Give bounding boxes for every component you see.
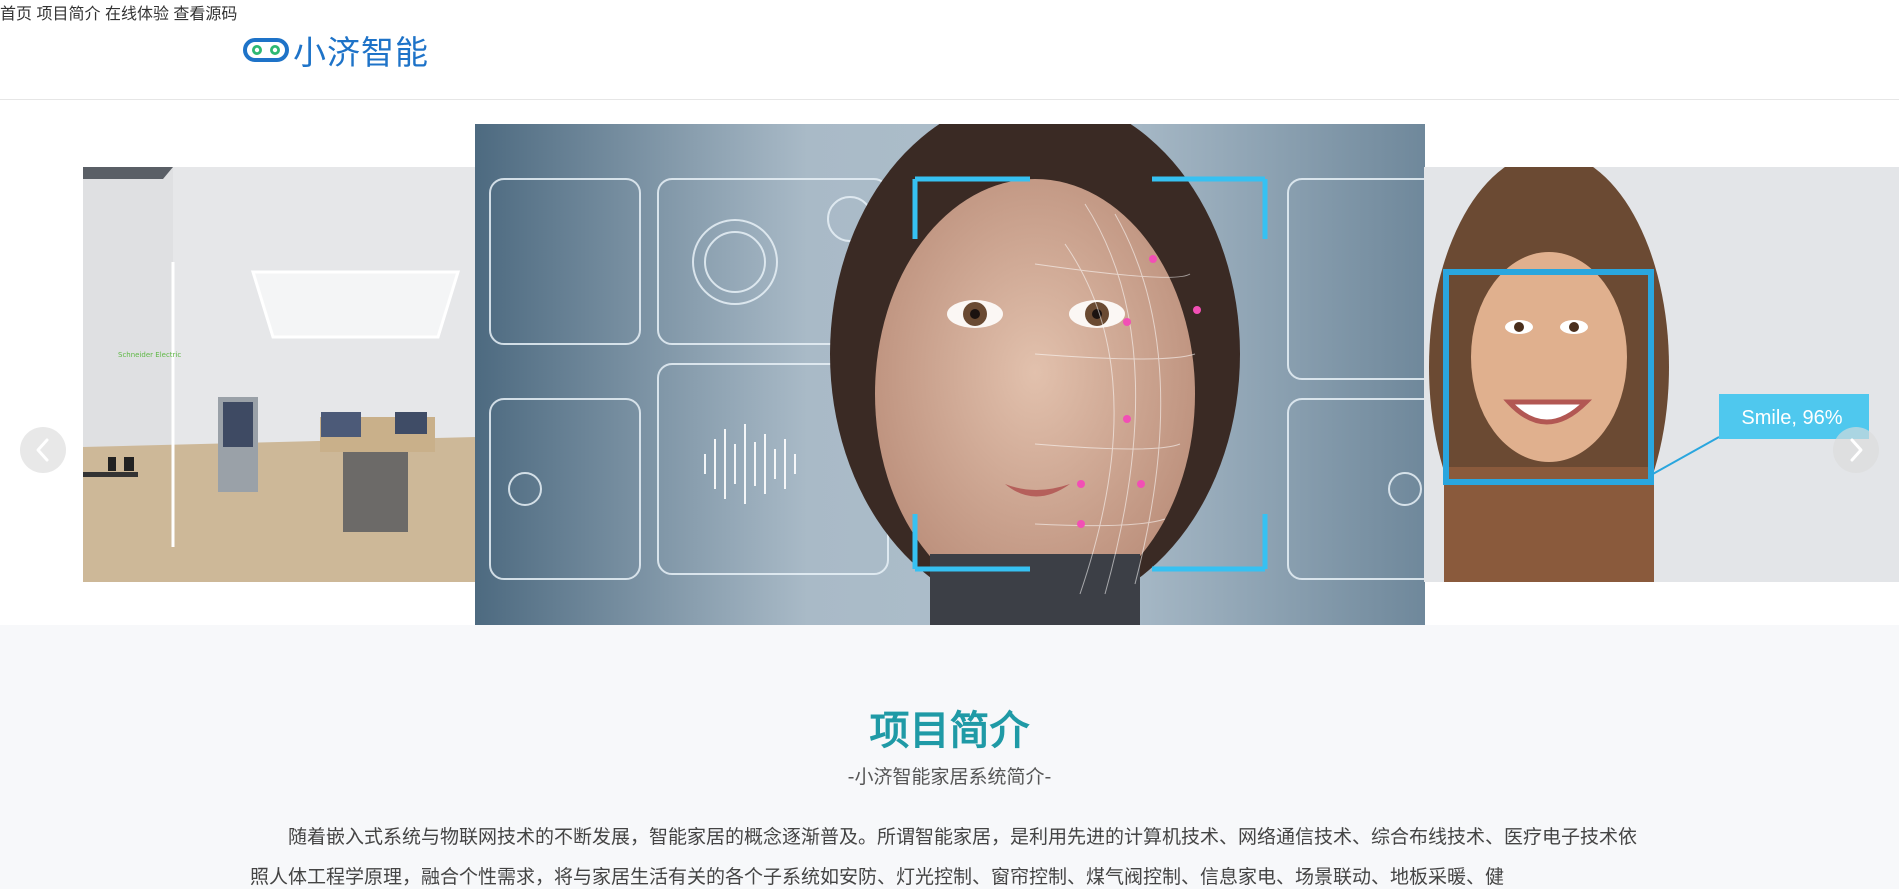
intro-paragraph: 随着嵌入式系统与物联网技术的不断发展，智能家居的概念逐渐普及。所谓智能家居，是利… [250, 826, 1638, 888]
chevron-right-icon [1850, 438, 1863, 462]
slide-face-recognition[interactable] [475, 124, 1425, 625]
face-recognition-image [475, 124, 1425, 625]
slide-smile-detection[interactable]: Smile, 96% [1424, 167, 1899, 582]
image-carousel: Schneider Electric Smile, 96% [0, 100, 1899, 625]
chevron-left-icon [36, 438, 49, 462]
showroom-image: Schneider Electric [83, 167, 476, 582]
nav-view-source[interactable]: 查看源码 [173, 6, 237, 23]
main-nav: 首页 项目简介 在线体验 查看源码 [0, 0, 1899, 24]
site-header: 小济智能 首页 项目简介 在线体验 查看源码 [0, 0, 1899, 100]
svg-text:Schneider Electric: Schneider Electric [118, 351, 181, 359]
logo-mark-icon [243, 38, 289, 62]
smile-detection-image: Smile, 96% [1424, 167, 1899, 582]
section-subtitle: -小济智能家居系统简介- [847, 766, 1052, 788]
nav-project-intro[interactable]: 项目简介 [36, 6, 100, 23]
logo[interactable]: 小济智能 [243, 28, 429, 72]
section-title: 项目简介 [869, 708, 1030, 754]
project-intro-section: 项目简介 -小济智能家居系统简介- 随着嵌入式系统与物联网技术的不断发展，智能家… [0, 625, 1899, 889]
carousel-next-button[interactable] [1833, 427, 1879, 473]
nav-online-demo[interactable]: 在线体验 [105, 6, 169, 23]
carousel-prev-button[interactable] [20, 427, 66, 473]
slide-smart-home-showroom[interactable]: Schneider Electric [83, 167, 476, 582]
nav-home[interactable]: 首页 [0, 6, 32, 23]
logo-text: 小济智能 [293, 33, 429, 72]
smile-score-label: Smile, 96% [1741, 407, 1842, 429]
